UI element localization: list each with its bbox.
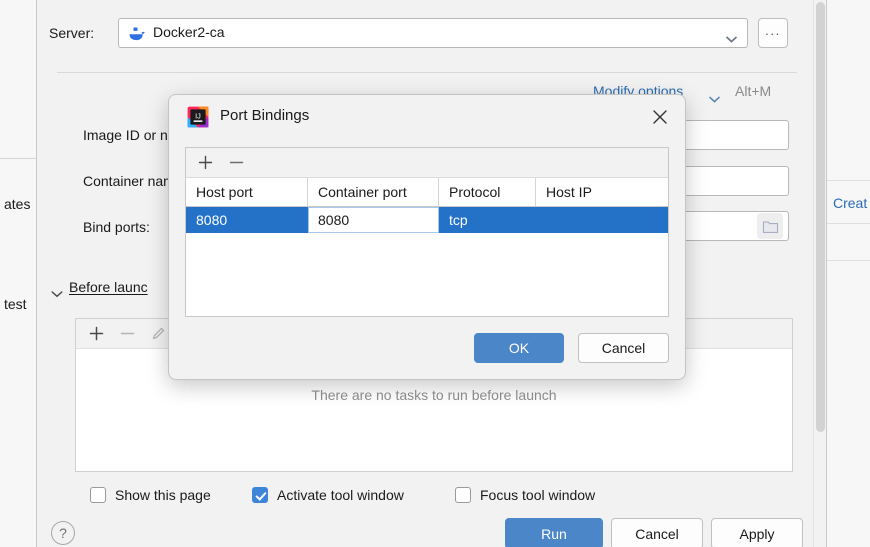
before-launch-empty-text: There are no tasks to run before launch <box>311 387 557 403</box>
image-id-label: Image ID or na <box>83 127 176 143</box>
before-launch-label: Before launc <box>69 279 148 295</box>
bind-ports-browse-button[interactable] <box>757 213 783 239</box>
docker-whale-icon <box>128 25 146 43</box>
port-bindings-table[interactable]: Host port Container port Protocol Host I… <box>185 147 669 317</box>
folder-icon <box>762 220 778 233</box>
port-bindings-dialog: IJ Port Bindings Host port Container por… <box>168 94 686 380</box>
server-label: Server: <box>49 25 95 41</box>
bind-ports-label: Bind ports: <box>83 219 150 235</box>
dialog-title: Port Bindings <box>220 107 310 124</box>
show-this-page-label: Show this page <box>115 487 211 503</box>
checkbox-box[interactable] <box>90 487 106 503</box>
plus-icon[interactable] <box>197 154 214 171</box>
minus-icon[interactable] <box>228 154 245 171</box>
close-icon[interactable] <box>649 106 671 128</box>
activate-tool-window-label: Activate tool window <box>277 487 404 503</box>
left-edge-item-0[interactable]: ates <box>4 196 30 212</box>
plus-icon[interactable] <box>88 325 105 342</box>
server-value: Docker2-ca <box>153 24 225 40</box>
column-header-container-port[interactable]: Container port <box>308 178 439 206</box>
activate-tool-window-checkbox[interactable]: Activate tool window <box>252 487 404 503</box>
focus-tool-window-checkbox[interactable]: Focus tool window <box>455 487 595 503</box>
column-header-protocol[interactable]: Protocol <box>439 178 536 206</box>
panel-scrollbar[interactable] <box>813 0 826 547</box>
table-row[interactable]: 8080 8080 tcp <box>186 207 668 233</box>
run-configuration-window: ates test Creat Server: Docker2-ca ... M… <box>0 0 870 547</box>
dialog-ok-button[interactable]: OK <box>474 333 564 363</box>
right-edge-item-0[interactable]: Creat <box>833 195 867 211</box>
modify-options-shortcut: Alt+M <box>735 83 772 99</box>
column-header-host-port[interactable]: Host port <box>186 178 308 206</box>
left-edge-panel: ates test <box>0 0 37 547</box>
cell-host-port[interactable]: 8080 <box>186 207 308 233</box>
table-toolbar <box>186 148 668 178</box>
left-edge-item-1[interactable]: test <box>4 296 27 312</box>
checkbox-box[interactable] <box>252 487 268 503</box>
server-combobox[interactable]: Docker2-ca <box>118 18 748 48</box>
cell-host-ip[interactable] <box>536 207 668 233</box>
modify-options-chevron-down-icon[interactable] <box>709 90 720 106</box>
right-edge-panel: Creat <box>826 0 870 547</box>
column-header-host-ip[interactable]: Host IP <box>536 178 668 206</box>
table-header-row: Host port Container port Protocol Host I… <box>186 178 668 207</box>
focus-tool-window-label: Focus tool window <box>480 487 596 503</box>
run-button[interactable]: Run <box>505 518 603 547</box>
checkbox-box[interactable] <box>455 487 471 503</box>
apply-button[interactable]: Apply <box>711 518 803 547</box>
before-launch-chevron-down-icon[interactable] <box>51 285 63 298</box>
cell-protocol[interactable]: tcp <box>439 207 536 233</box>
pencil-icon <box>150 325 167 342</box>
dialog-cancel-button[interactable]: Cancel <box>578 333 669 363</box>
scrollbar-thumb[interactable] <box>816 2 825 432</box>
svg-text:IJ: IJ <box>195 111 201 120</box>
intellij-idea-icon: IJ <box>187 106 209 128</box>
server-more-button[interactable]: ... <box>758 18 788 48</box>
cell-container-port-input[interactable]: 8080 <box>308 207 439 233</box>
container-name-label: Container nam <box>83 173 175 189</box>
show-this-page-checkbox[interactable]: Show this page <box>90 487 211 503</box>
help-button[interactable]: ? <box>51 521 75 545</box>
minus-icon <box>119 325 136 342</box>
cancel-button[interactable]: Cancel <box>611 518 703 547</box>
chevron-down-icon[interactable] <box>726 30 737 43</box>
